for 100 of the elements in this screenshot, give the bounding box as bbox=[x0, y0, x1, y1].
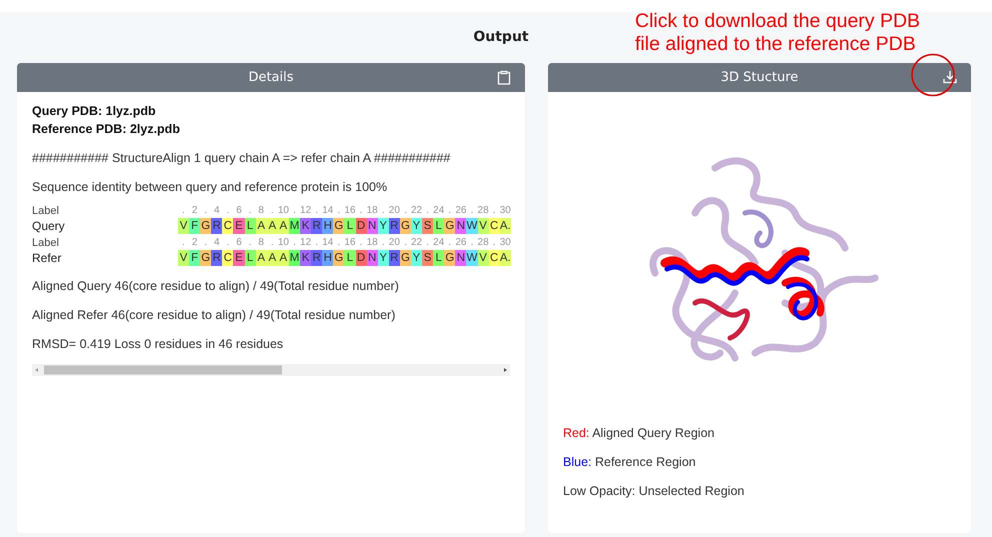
residue: G bbox=[400, 218, 411, 234]
residue: L bbox=[433, 218, 444, 234]
horizontal-scrollbar[interactable] bbox=[32, 364, 510, 376]
ruler-tick: . bbox=[425, 204, 430, 218]
ruler-tick: 2 bbox=[190, 236, 198, 250]
ruler-tick: . bbox=[314, 236, 320, 250]
page-heading: Output bbox=[473, 28, 529, 47]
residue: R bbox=[388, 218, 400, 234]
residue: A bbox=[256, 218, 267, 234]
residue: Y bbox=[410, 218, 422, 234]
ruler-tick: . bbox=[380, 236, 386, 250]
residue: F bbox=[189, 250, 200, 266]
row-label: Label bbox=[32, 236, 60, 250]
ruler-tick: . bbox=[292, 204, 297, 218]
residue: G bbox=[444, 250, 456, 266]
ruler-tick: . bbox=[470, 236, 474, 250]
residue: G bbox=[400, 250, 411, 266]
residue: F bbox=[189, 218, 200, 234]
row-label: Label bbox=[32, 204, 60, 218]
residue: M bbox=[288, 250, 300, 266]
ruler-tick: 8 bbox=[257, 236, 265, 250]
residue: L bbox=[344, 250, 356, 266]
ruler-tick: 14 bbox=[322, 204, 334, 218]
ruler-tick: 30 bbox=[500, 236, 511, 250]
residue: V bbox=[178, 218, 190, 234]
residue: S bbox=[422, 218, 434, 234]
ruler-tick: 22 bbox=[410, 204, 422, 218]
residue: H bbox=[322, 218, 334, 234]
residue: L bbox=[433, 250, 444, 266]
ruler-tick: . bbox=[226, 236, 230, 250]
ruler-tick: 16 bbox=[344, 236, 356, 250]
ruler-tick: 2 bbox=[190, 204, 198, 218]
ruler-tick: 6 bbox=[235, 204, 243, 218]
sequence-name: Refer bbox=[32, 250, 62, 266]
ruler-tick: . bbox=[380, 204, 386, 218]
ruler-tick: 4 bbox=[213, 204, 221, 218]
pdb-file-label: Query PDB: 1lyz.pdb bbox=[32, 103, 157, 120]
ruler-tick: . bbox=[292, 236, 297, 250]
residue: A bbox=[278, 250, 289, 266]
ruler-tick: 20 bbox=[388, 204, 400, 218]
legend-text: Red: Aligned Query Region bbox=[563, 425, 716, 442]
residue: G bbox=[200, 218, 212, 234]
ruler-tick: 24 bbox=[433, 236, 444, 250]
ruler-tick: 18 bbox=[366, 236, 378, 250]
ruler-tick: . bbox=[336, 236, 342, 250]
sequence-name: Query bbox=[32, 218, 66, 234]
ruler-tick: . bbox=[358, 204, 364, 218]
summary-text: Aligned Query 46(core residue to align) / 49(Total residue number) bbox=[32, 278, 400, 295]
residue: Y bbox=[378, 250, 389, 266]
ruler-tick: . bbox=[248, 236, 252, 250]
residue: A bbox=[266, 218, 278, 234]
residue: N bbox=[455, 250, 466, 266]
residue: Y bbox=[378, 218, 389, 234]
residue: H bbox=[322, 250, 334, 266]
residue: R bbox=[311, 218, 322, 234]
annotation-text: Click to download the query PDB file aligned to the reference PDB bbox=[635, 10, 920, 56]
ruler-tick: . bbox=[181, 236, 186, 250]
residue: L bbox=[244, 218, 256, 234]
residue: G bbox=[200, 250, 212, 266]
legend-text: Low Opacity: Unselected Region bbox=[563, 483, 746, 500]
residue: E bbox=[233, 218, 245, 234]
residue: A bbox=[278, 218, 289, 234]
ruler-tick: 10 bbox=[278, 204, 289, 218]
residue: L bbox=[244, 250, 256, 266]
ruler-tick: . bbox=[470, 204, 474, 218]
ruler-tick: 22 bbox=[410, 236, 422, 250]
summary-text: Aligned Refer 46(core residue to align) / 49(Total residue number) bbox=[32, 307, 396, 324]
residue: L bbox=[344, 218, 356, 234]
card-title: Details bbox=[248, 70, 294, 85]
ruler-tick: 26 bbox=[455, 204, 466, 218]
ruler-tick: . bbox=[358, 236, 364, 250]
pdb-file-label: Reference PDB: 2lyz.pdb bbox=[32, 121, 181, 138]
ruler-tick: 6 bbox=[235, 236, 243, 250]
ruler-tick: . bbox=[447, 236, 452, 250]
residue: D bbox=[356, 250, 367, 266]
residue: A bbox=[256, 250, 267, 266]
ruler-tick: . bbox=[270, 204, 275, 218]
download-icon[interactable] bbox=[943, 70, 957, 84]
residue: A. bbox=[500, 218, 511, 234]
ruler-tick: . bbox=[447, 204, 452, 218]
residue: N bbox=[455, 218, 466, 234]
ruler-tick: . bbox=[203, 204, 208, 218]
legend-text: Blue: Reference Region bbox=[563, 454, 697, 471]
residue: S bbox=[422, 250, 434, 266]
residue: G bbox=[333, 250, 344, 266]
ruler-tick: . bbox=[226, 204, 230, 218]
highlight-circle bbox=[911, 53, 955, 97]
ruler-tick: . bbox=[270, 236, 275, 250]
residue: D bbox=[356, 218, 367, 234]
residue: V bbox=[478, 218, 489, 234]
clipboard-icon[interactable] bbox=[497, 70, 511, 85]
ruler-tick: 12 bbox=[300, 204, 312, 218]
ruler-tick: . bbox=[336, 204, 342, 218]
summary-text: RMSD= 0.419 Loss 0 residues in 46 residues bbox=[32, 336, 284, 353]
ruler-tick: . bbox=[492, 236, 497, 250]
residue: K bbox=[300, 250, 312, 266]
residue: R bbox=[211, 218, 222, 234]
ruler-tick: . bbox=[492, 204, 497, 218]
ruler-tick: 10 bbox=[278, 236, 289, 250]
ruler-tick: 16 bbox=[344, 204, 356, 218]
